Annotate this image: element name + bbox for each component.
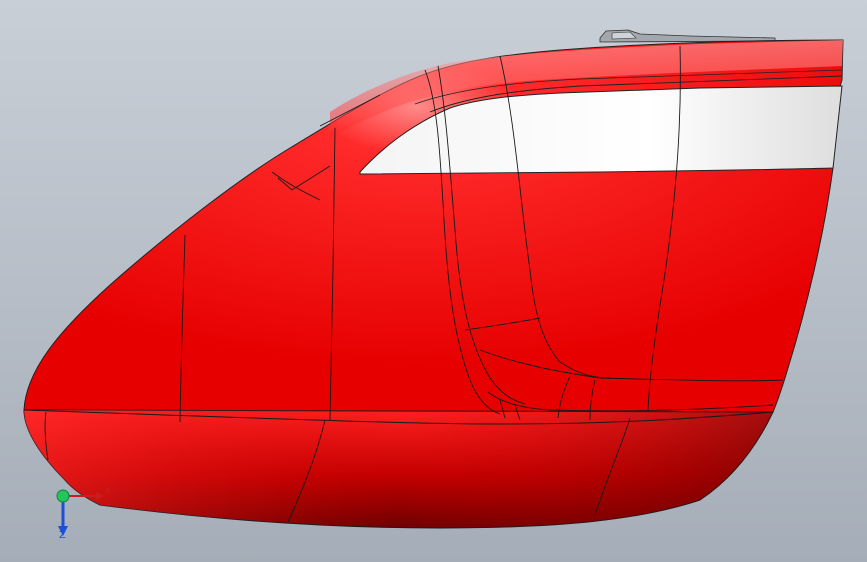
- coordinate-triad: X Z: [44, 482, 114, 552]
- x-axis-head: [96, 492, 104, 500]
- y-axis-dot: [56, 489, 70, 503]
- roof-part[interactable]: [599, 29, 776, 43]
- graphics-viewport[interactable]: X Z: [0, 0, 867, 562]
- train-nose-model[interactable]: [0, 0, 867, 562]
- triad-x-label: X: [104, 486, 111, 497]
- triad-z-label: Z: [59, 530, 66, 541]
